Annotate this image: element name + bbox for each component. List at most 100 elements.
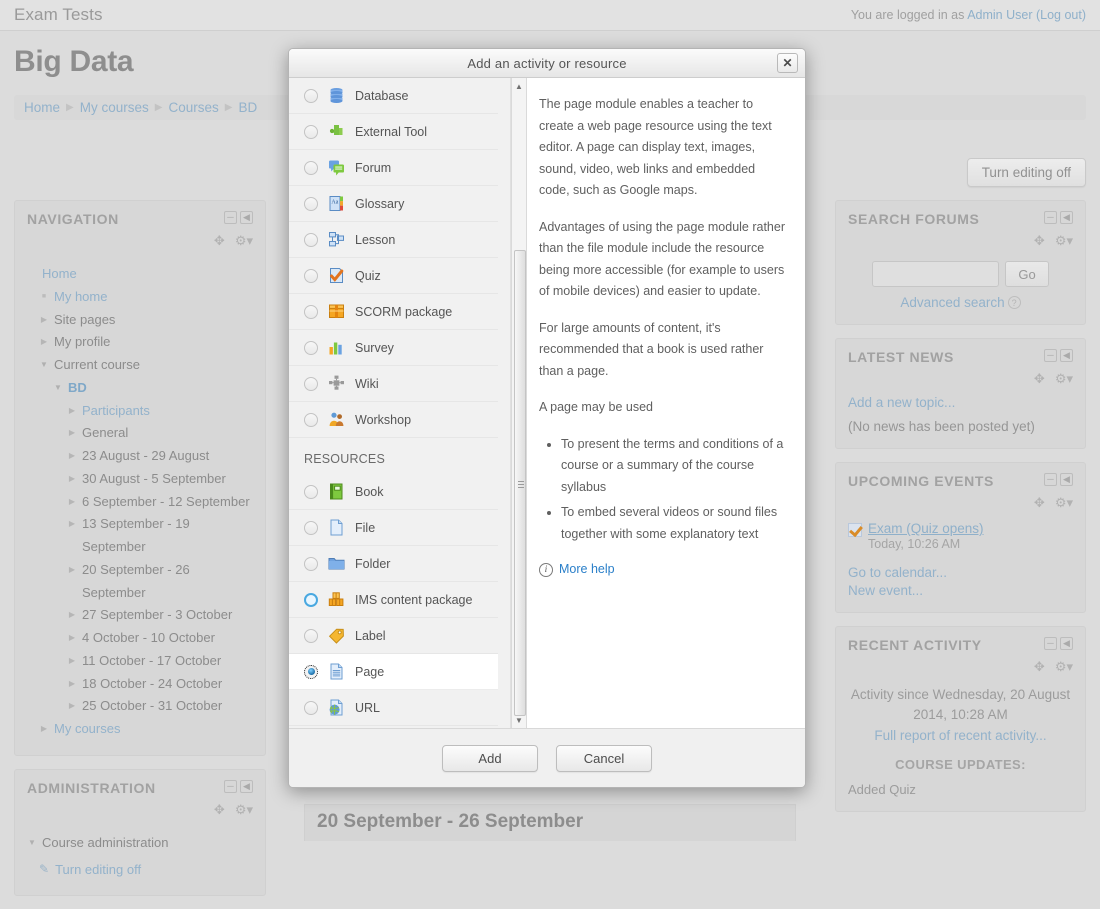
admin-turn-editing-row[interactable]: ✎ Turn editing off [39, 859, 253, 882]
radio-button[interactable] [304, 232, 318, 247]
add-new-topic-link[interactable]: Add a new topic... [848, 395, 1073, 410]
nav-item-participants[interactable]: ▶ Participants [67, 400, 253, 423]
option-book[interactable]: Book [289, 474, 498, 510]
radio-button[interactable] [304, 628, 318, 643]
option-page[interactable]: Page [289, 654, 498, 690]
nav-item-bd[interactable]: ▼ BD [53, 377, 253, 400]
nav-item-18-october-24-october[interactable]: ▶ 18 October - 24 October [67, 673, 253, 696]
radio-button[interactable] [304, 196, 318, 211]
breadcrumb-item-bd[interactable]: BD [238, 100, 257, 115]
radio-button[interactable] [304, 268, 318, 283]
option-workshop[interactable]: Workshop [289, 402, 498, 438]
nav-item-23-august-29-august[interactable]: ▶ 23 August - 29 August [67, 445, 253, 468]
dock-icon[interactable]: ◀ [1060, 349, 1073, 362]
nav-item-30-august-5-september[interactable]: ▶ 30 August - 5 September [67, 468, 253, 491]
nav-item-11-october-17-october[interactable]: ▶ 11 October - 17 October [67, 650, 253, 673]
option-ims-content-package[interactable]: IMS content package [289, 582, 498, 618]
breadcrumb-item-my-courses[interactable]: My courses [80, 100, 149, 115]
logout-link[interactable]: (Log out) [1036, 8, 1086, 22]
advanced-search-link[interactable]: Advanced search [900, 295, 1004, 310]
gear-icon[interactable]: ⚙▾ [1055, 659, 1073, 675]
collapse-icon[interactable]: ─ [224, 211, 237, 224]
radio-button[interactable] [304, 700, 318, 715]
dock-icon[interactable]: ◀ [240, 211, 253, 224]
turn-editing-off-link[interactable]: Turn editing off [55, 859, 141, 882]
radio-button[interactable] [304, 592, 318, 607]
radio-button[interactable] [304, 124, 318, 139]
move-icon[interactable]: ✥ [1034, 371, 1045, 387]
option-file[interactable]: File [289, 510, 498, 546]
option-label[interactable]: Label [289, 618, 498, 654]
radio-button[interactable] [304, 556, 318, 571]
radio-button[interactable] [304, 664, 318, 679]
nav-item-13-september-19-september[interactable]: ▶ 13 September - 19 September [67, 513, 253, 559]
radio-button[interactable] [304, 520, 318, 535]
cancel-button[interactable]: Cancel [556, 744, 652, 772]
scroll-up-arrow-icon[interactable]: ▲ [512, 78, 526, 94]
event-name-link[interactable]: Exam (Quiz opens) [868, 521, 984, 536]
nav-item-current-course[interactable]: ▼ Current course [39, 354, 253, 377]
collapse-icon[interactable]: ─ [1044, 211, 1057, 224]
nav-item-general[interactable]: ▶ General [67, 422, 253, 445]
option-database[interactable]: Database [289, 78, 498, 114]
radio-button[interactable] [304, 484, 318, 499]
gear-icon[interactable]: ⚙▾ [235, 233, 253, 249]
option-forum[interactable]: Forum [289, 150, 498, 186]
option-external-tool[interactable]: External Tool [289, 114, 498, 150]
radio-button[interactable] [304, 304, 318, 319]
gear-icon[interactable]: ⚙▾ [1055, 371, 1073, 387]
new-event-link[interactable]: New event... [848, 583, 1073, 598]
radio-button[interactable] [304, 376, 318, 391]
nav-item-4-october-10-october[interactable]: ▶ 4 October - 10 October [67, 627, 253, 650]
collapse-icon[interactable]: ─ [1044, 349, 1057, 362]
nav-item-6-september-12-september[interactable]: ▶ 6 September - 12 September [67, 491, 253, 514]
nav-item-my-home[interactable]: ■ My home [39, 286, 253, 309]
option-survey[interactable]: Survey [289, 330, 498, 366]
add-button[interactable]: Add [442, 744, 538, 772]
nav-item-20-september-26-september[interactable]: ▶ 20 September - 26 September [67, 559, 253, 605]
move-icon[interactable]: ✥ [1034, 495, 1045, 511]
gear-icon[interactable]: ⚙▾ [235, 802, 253, 818]
full-report-link[interactable]: Full report of recent activity... [874, 728, 1046, 743]
radio-button[interactable] [304, 88, 318, 103]
nav-item-home[interactable]: Home [27, 263, 253, 286]
nav-item-my-courses[interactable]: ▶ My courses [39, 718, 253, 741]
breadcrumb-item-home[interactable]: Home [24, 100, 60, 115]
admin-root-row[interactable]: ▼ Course administration [27, 832, 253, 855]
search-go-button[interactable]: Go [1005, 261, 1049, 287]
option-glossary[interactable]: Aa Glossary [289, 186, 498, 222]
option-url[interactable]: URL [289, 690, 498, 726]
user-name-link[interactable]: Admin User [967, 8, 1032, 22]
scrollbar-thumb[interactable] [514, 250, 526, 716]
move-icon[interactable]: ✥ [214, 233, 225, 249]
upcoming-event-item[interactable]: Exam (Quiz opens) [848, 521, 1073, 537]
dock-icon[interactable]: ◀ [240, 779, 253, 793]
dock-icon[interactable]: ◀ [1060, 637, 1073, 650]
collapse-icon[interactable]: ─ [1044, 473, 1057, 486]
nav-item-site-pages[interactable]: ▶ Site pages [39, 309, 253, 332]
gear-icon[interactable]: ⚙▾ [1055, 233, 1073, 249]
option-lesson[interactable]: Lesson [289, 222, 498, 258]
radio-button[interactable] [304, 412, 318, 427]
option-folder[interactable]: Folder [289, 546, 498, 582]
breadcrumb-item-courses[interactable]: Courses [168, 100, 218, 115]
scroll-down-arrow-icon[interactable]: ▼ [512, 712, 526, 728]
move-icon[interactable]: ✥ [1034, 233, 1045, 249]
search-input[interactable] [872, 261, 1000, 287]
gear-icon[interactable]: ⚙▾ [1055, 495, 1073, 511]
option-scorm-package[interactable]: SCORM package [289, 294, 498, 330]
help-icon[interactable]: ? [1007, 296, 1021, 309]
option-quiz[interactable]: Quiz [289, 258, 498, 294]
nav-item-27-september-3-october[interactable]: ▶ 27 September - 3 October [67, 604, 253, 627]
nav-item-25-october-31-october[interactable]: ▶ 25 October - 31 October [67, 695, 253, 718]
nav-item-my-profile[interactable]: ▶ My profile [39, 331, 253, 354]
dock-icon[interactable]: ◀ [1060, 211, 1073, 224]
go-to-calendar-link[interactable]: Go to calendar... [848, 565, 1073, 580]
move-icon[interactable]: ✥ [1034, 659, 1045, 675]
more-help-link[interactable]: More help [559, 559, 615, 581]
dock-icon[interactable]: ◀ [1060, 473, 1073, 486]
move-icon[interactable]: ✥ [214, 802, 225, 818]
turn-editing-off-button[interactable]: Turn editing off [966, 158, 1086, 187]
close-icon[interactable]: ✕ [777, 53, 798, 73]
option-wiki[interactable]: Wiki [289, 366, 498, 402]
